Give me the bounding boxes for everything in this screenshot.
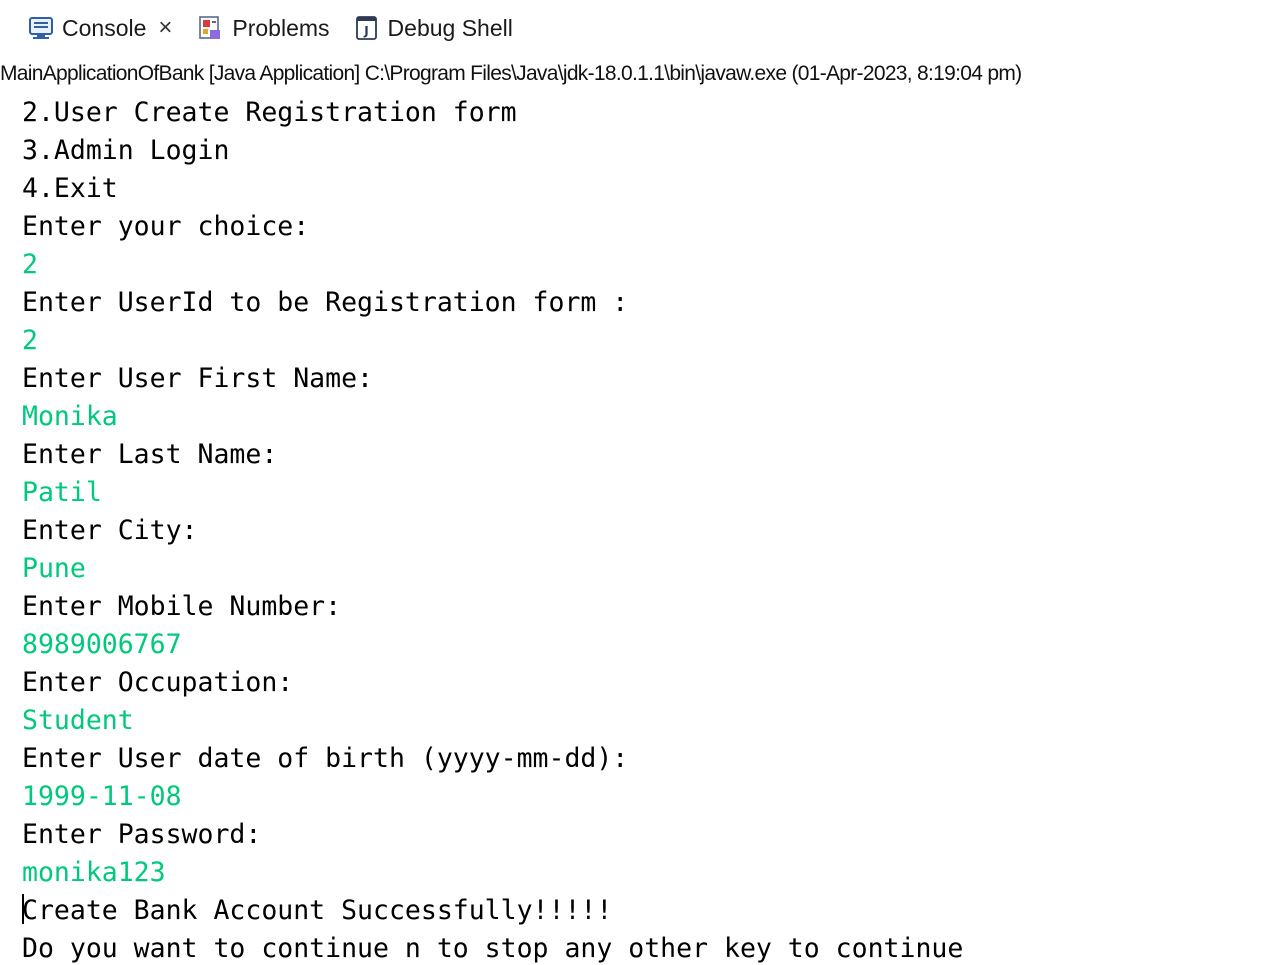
console-line-text: monika123 [22, 857, 166, 888]
debug-shell-icon: J [355, 16, 377, 40]
console-input-line: Pune [22, 550, 1272, 588]
close-icon[interactable]: × [156, 14, 174, 42]
console-view: Console × Problems J Debug Shell MainApp… [0, 0, 1277, 965]
console-line-text: Enter Last Name: [22, 439, 278, 470]
console-line-text: 1999-11-08 [22, 781, 182, 812]
console-line-text: Pune [22, 553, 86, 584]
console-line-text: 8989006767 [22, 629, 182, 660]
console-line-text: Enter Password: [22, 819, 262, 850]
console-output-line: Enter City: [22, 512, 1272, 550]
console-output-line: Enter your choice: [22, 208, 1272, 246]
console-output-line: Create Bank Account Successfully!!!!! [22, 892, 1272, 930]
console-output-line: 3.Admin Login [22, 132, 1272, 170]
console-input-line: monika123 [22, 854, 1272, 892]
console-input-line: Patil [22, 474, 1272, 512]
console-output-line: Enter User date of birth (yyyy-mm-dd): [22, 740, 1272, 778]
console-line-text: Enter User date of birth (yyyy-mm-dd): [22, 743, 629, 774]
console-input-line: 8989006767 [22, 626, 1272, 664]
console-output-line: Enter User First Name: [22, 360, 1272, 398]
console-line-text: Enter User First Name: [22, 363, 373, 394]
console-line-text: 2 [22, 325, 38, 356]
console-line-text: Monika [22, 401, 118, 432]
console-input-line: Student [22, 702, 1272, 740]
console-line-text: Enter Mobile Number: [22, 591, 342, 622]
tab-debug-shell-label: Debug Shell [387, 14, 513, 41]
console-line-text: 3.Admin Login [22, 135, 230, 166]
console-output-line: Enter Password: [22, 816, 1272, 854]
svg-text:J: J [363, 24, 368, 38]
console-output-line: 4.Exit [22, 170, 1272, 208]
tab-console[interactable]: Console × [28, 14, 174, 42]
console-line-text: Create Bank Account Successfully!!!!! [22, 895, 613, 926]
console-output-line: Enter Occupation: [22, 664, 1272, 702]
console-output-line: Enter UserId to be Registration form : [22, 284, 1272, 322]
tab-console-label: Console [62, 14, 147, 41]
console-output-line: 2.User Create Registration form [22, 94, 1272, 132]
tab-problems-label: Problems [232, 14, 330, 41]
tab-debug-shell[interactable]: J Debug Shell [354, 15, 513, 42]
console-output-line: Do you want to continue n to stop any ot… [22, 930, 1272, 964]
console-line-text: 2 [22, 249, 38, 280]
console-line-text: 2.User Create Registration form [22, 97, 517, 128]
console-line-text: Do you want to continue n to stop any ot… [22, 933, 964, 964]
console-input-line: 2 [22, 322, 1272, 360]
console-input-line: Monika [22, 398, 1272, 436]
console-line-text: Enter Occupation: [22, 667, 294, 698]
console-line-text: Enter UserId to be Registration form : [22, 287, 629, 318]
console-output[interactable]: 2.User Create Registration form 3.Admin L… [22, 94, 1272, 964]
console-output-line: Enter Mobile Number: [22, 588, 1272, 626]
problems-icon [199, 16, 221, 39]
console-input-line: 1999-11-08 [22, 778, 1272, 816]
console-output-line: Enter Last Name: [22, 436, 1272, 474]
tab-problems[interactable]: Problems [198, 14, 330, 42]
console-line-text: 4.Exit [22, 173, 118, 204]
console-line-text: Enter your choice: [22, 211, 310, 242]
console-input-line: 2 [22, 246, 1272, 284]
launch-info: MainApplicationOfBank [Java Application]… [0, 62, 1022, 85]
console-line-text: Student [22, 705, 134, 736]
console-icon [29, 17, 53, 39]
console-line-text: Patil [22, 477, 102, 508]
console-line-text: Enter City: [22, 515, 198, 546]
view-tab-bar: Console × Problems J Debug Shell [0, 0, 1277, 56]
